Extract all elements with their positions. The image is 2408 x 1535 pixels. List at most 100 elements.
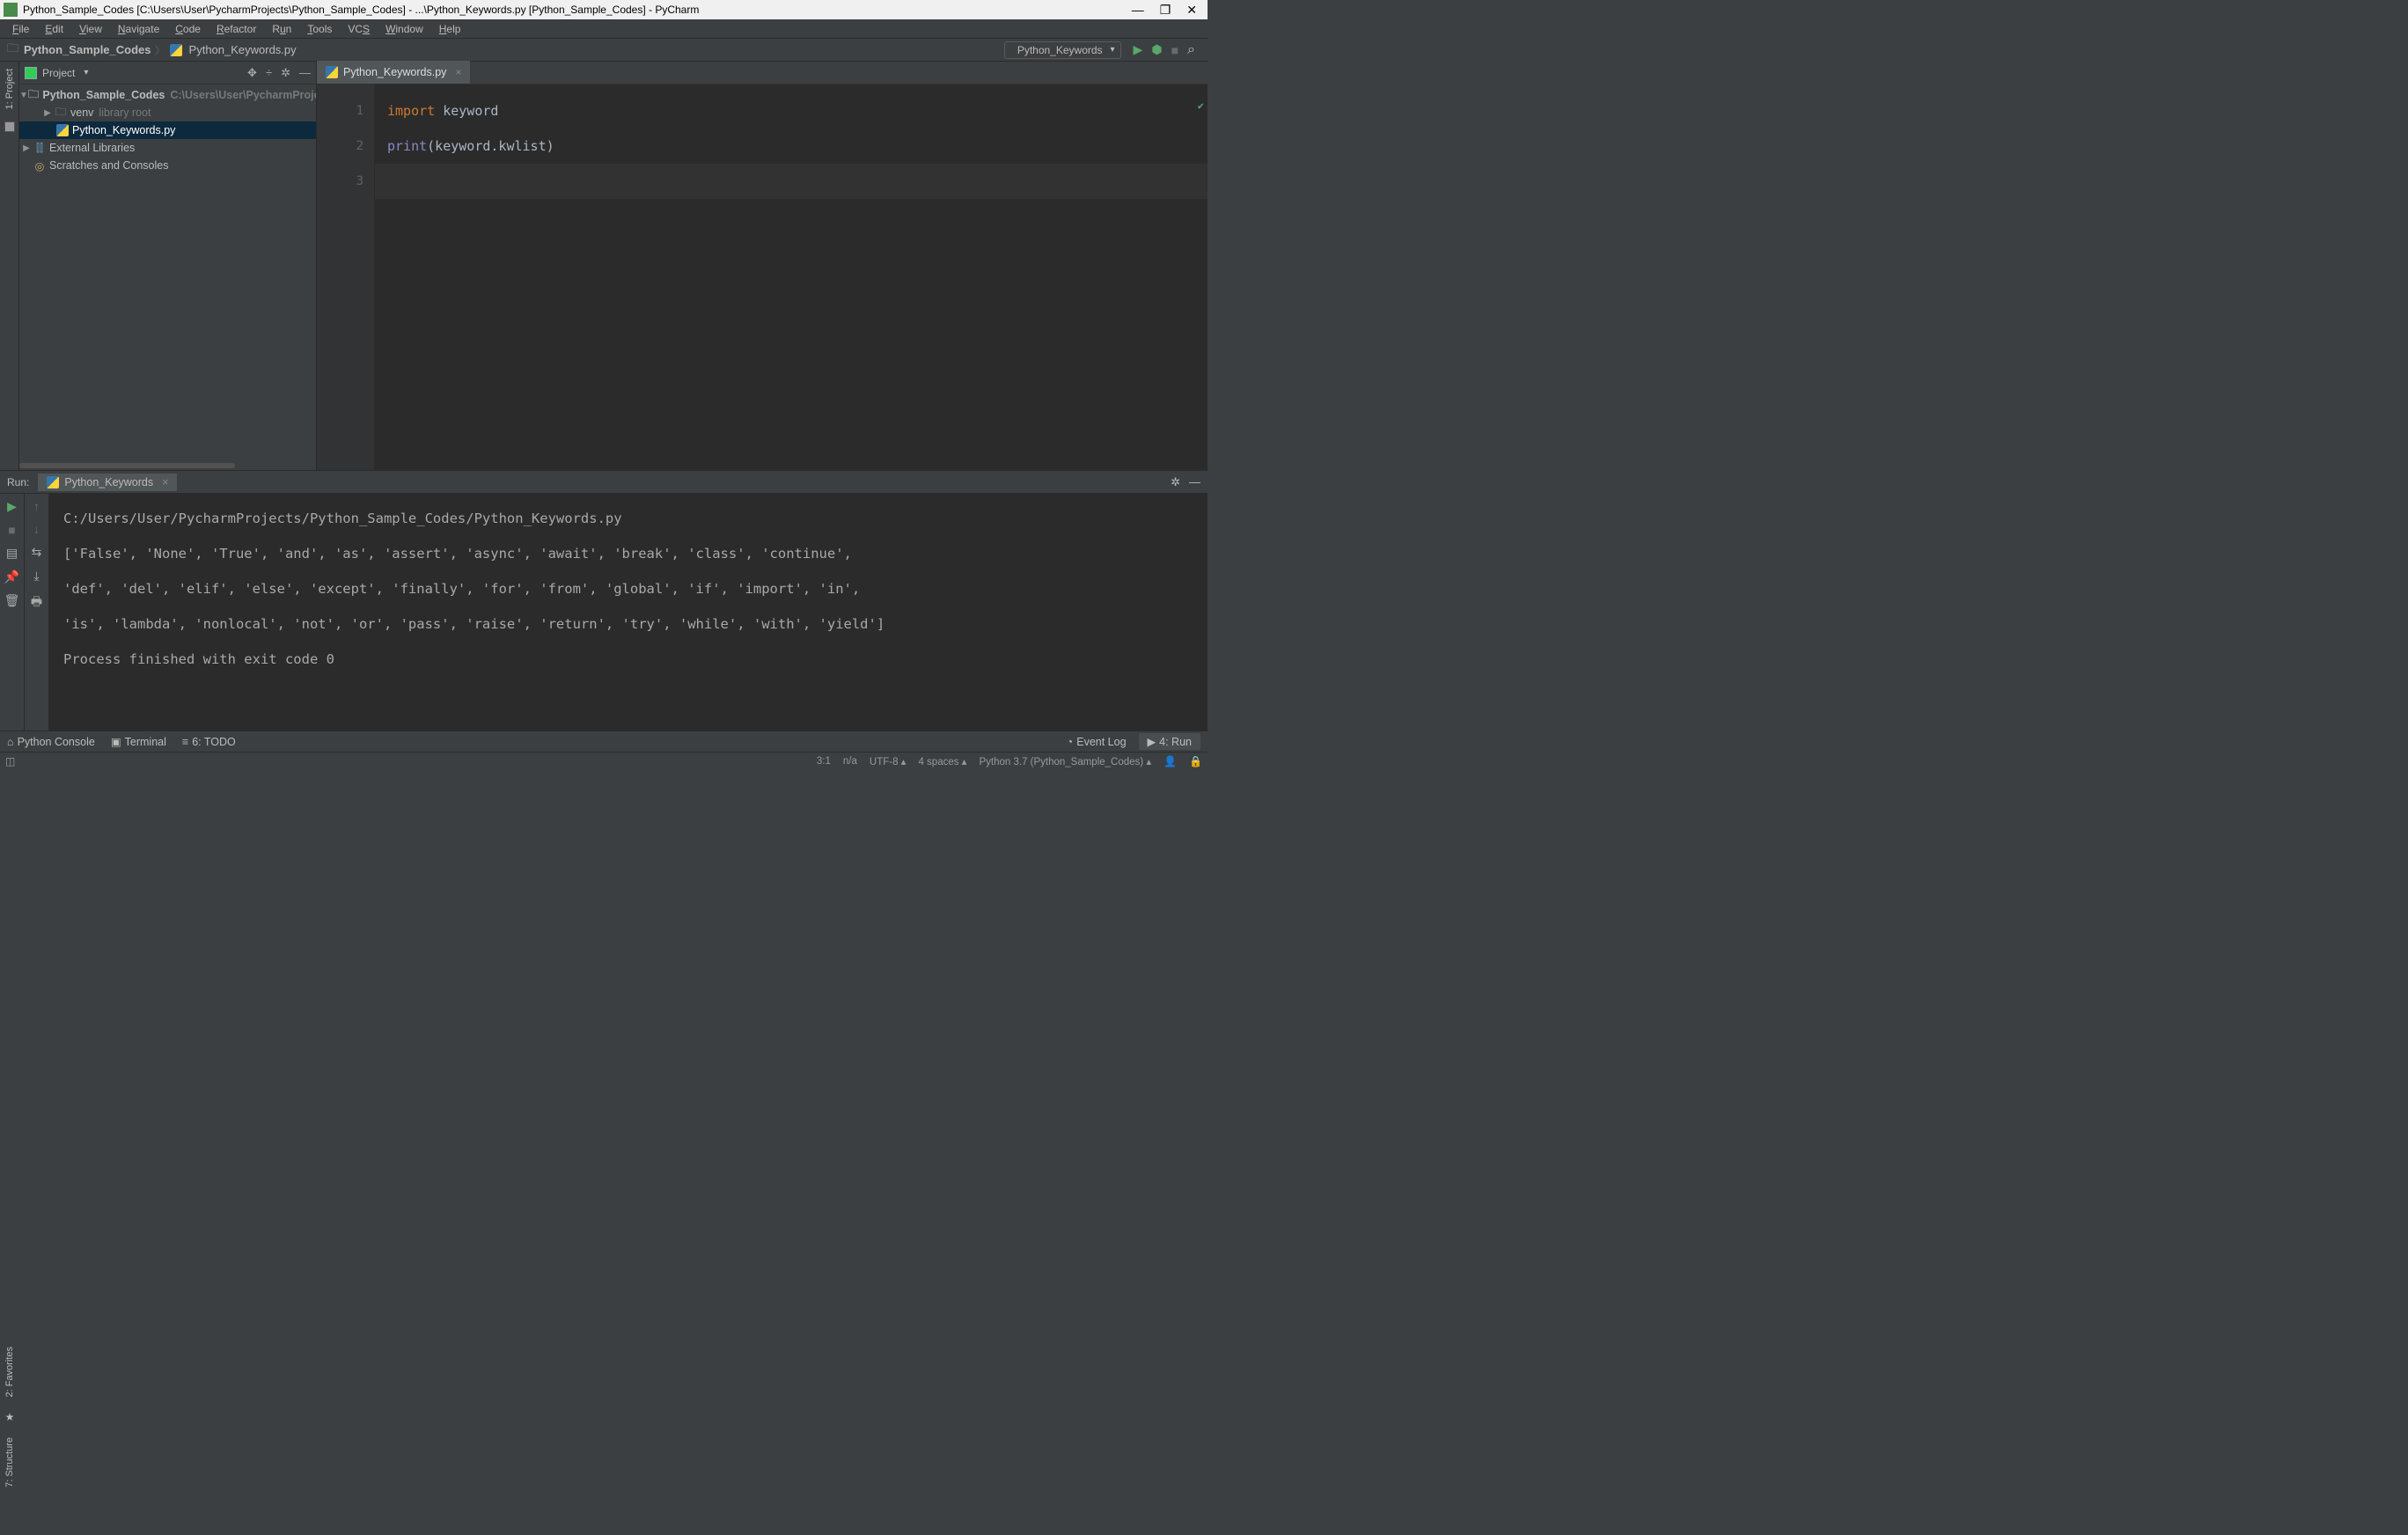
left-rail-bottom: 7: Structure ★ 2: Favorites (0, 1338, 19, 1496)
tree-file-python-keywords[interactable]: Python_Keywords.py (19, 121, 316, 139)
down-icon[interactable]: ↓ (33, 522, 40, 536)
breadcrumb: 🗀 Python_Sample_Codes 〉 Python_Keywords.… (7, 40, 1004, 60)
project-title[interactable]: Project (42, 67, 75, 79)
console-line: ['False', 'None', 'True', 'and', 'as', '… (63, 536, 1193, 571)
rail-project[interactable]: 1: Project (4, 65, 15, 113)
code-function: print (387, 138, 427, 154)
code-text: (keyword.kwlist) (427, 138, 554, 154)
layout-icon[interactable]: ▤ (6, 546, 18, 561)
windows-icon[interactable]: ◫ (5, 755, 15, 768)
scroll-icon[interactable]: ⤓ (33, 569, 39, 584)
run-config-name: Python_Keywords (1017, 44, 1103, 56)
tree-scratches-label: Scratches and Consoles (49, 159, 169, 172)
tree-file-label: Python_Keywords.py (72, 124, 175, 136)
console-line: Process finished with exit code 0 (63, 642, 1193, 677)
breadcrumb-file[interactable]: Python_Keywords.py (189, 43, 297, 56)
library-icon: ⫿⫿ (33, 142, 46, 154)
hide-icon[interactable]: — (299, 66, 311, 80)
run-tool-window: Run: Python_Keywords × ✲ — ▶ ■ ▤ 📌 🗑 ↑ ↓… (0, 470, 1208, 731)
delete-icon[interactable]: 🗑 (4, 593, 20, 608)
settings-icon[interactable]: ✲ (1171, 475, 1180, 489)
tree-external-libraries[interactable]: ▶ ⫿⫿ External Libraries (19, 139, 316, 157)
run-icon[interactable]: ▶ (1134, 42, 1143, 57)
tab-close-icon[interactable]: × (162, 476, 168, 488)
run-console[interactable]: C:/Users/User/PycharmProjects/Python_Sam… (49, 494, 1208, 731)
menu-run[interactable]: Run (265, 21, 298, 37)
editor[interactable]: 1 2 3 ✔ import keyword print(keyword.kwl… (317, 84, 1208, 470)
bottom-tool-bar: ⌂ Python Console ▣ Terminal ≡ 6: TODO ◔ … (0, 731, 1208, 752)
run-button[interactable]: ▶ 4: Run (1139, 733, 1200, 750)
python-console-button[interactable]: ⌂ Python Console (7, 735, 95, 748)
python-file-icon (47, 476, 59, 488)
tree-project-root[interactable]: ▼ 🗀 Python_Sample_Codes C:\Users\User\Py… (19, 86, 316, 104)
console-line: C:/Users/User/PycharmProjects/Python_Sam… (63, 501, 1193, 536)
menu-refactor[interactable]: Refactor (209, 21, 263, 37)
print-icon[interactable]: 🖶 (31, 592, 42, 613)
code-area[interactable]: ✔ import keyword print(keyword.kwlist) (375, 84, 1208, 470)
menu-tools[interactable]: Tools (300, 21, 339, 37)
tab-close-icon[interactable]: × (455, 66, 461, 78)
tree-project-name: Python_Sample_Codes (42, 89, 165, 101)
editor-area: Python_Keywords.py × 1 2 3 ✔ import keyw… (317, 62, 1208, 470)
menu-help[interactable]: Help (432, 21, 468, 37)
run-label: Run: (7, 476, 29, 488)
rail-icon (4, 121, 15, 132)
hide-icon[interactable]: — (1189, 475, 1200, 489)
folder-icon: 🗀 (28, 89, 40, 101)
lock-icon[interactable]: 🔒 (1189, 755, 1202, 768)
project-header: Project ▾ ✥ ÷ ✲ — (19, 62, 316, 84)
indent-info[interactable]: 4 spaces ▴ (918, 755, 966, 768)
tree-scratches[interactable]: ◎ Scratches and Consoles (19, 157, 316, 174)
tree-venv-label: venv (70, 106, 93, 119)
menu-code[interactable]: Code (168, 21, 208, 37)
run-configuration-dropdown[interactable]: Python_Keywords (1004, 41, 1121, 59)
menu-navigate[interactable]: Navigate (111, 21, 166, 37)
rail-structure[interactable]: 7: Structure (4, 1434, 15, 1491)
encoding[interactable]: UTF-8 ▴ (870, 755, 907, 768)
python-file-icon (326, 66, 338, 78)
python-interpreter[interactable]: Python 3.7 (Python_Sample_Codes) ▴ (979, 755, 1151, 768)
inspections-ok-icon[interactable]: ✔ (1198, 88, 1204, 123)
todo-button[interactable]: ≡ 6: TODO (182, 735, 236, 748)
menu-vcs[interactable]: VCS (341, 21, 377, 37)
search-icon[interactable]: ⌕ (1187, 42, 1195, 58)
code-keyword: import (387, 103, 435, 119)
menu-edit[interactable]: Edit (38, 21, 70, 37)
up-icon[interactable]: ↑ (33, 499, 40, 513)
stop-icon[interactable]: ■ (1171, 43, 1178, 57)
tree-venv[interactable]: ▶ 🗀 venv library root (19, 104, 316, 121)
rail-favorites[interactable]: 2: Favorites (4, 1343, 15, 1400)
settings-icon[interactable]: ✲ (281, 66, 290, 80)
menu-window[interactable]: Window (378, 21, 430, 37)
project-view-icon (25, 67, 37, 79)
terminal-button[interactable]: ▣ Terminal (111, 735, 166, 748)
dropdown-icon[interactable]: ▾ (84, 68, 88, 77)
close-button[interactable]: ✕ (1186, 3, 1197, 18)
minimize-button[interactable]: — (1132, 3, 1144, 18)
collapse-icon[interactable]: ÷ (266, 66, 272, 80)
breadcrumb-separator: 〉 (155, 41, 166, 58)
breadcrumb-project[interactable]: Python_Sample_Codes (24, 43, 151, 56)
project-tree[interactable]: ▼ 🗀 Python_Sample_Codes C:\Users\User\Py… (19, 84, 316, 463)
python-file-icon (170, 44, 182, 56)
python-file-icon (56, 124, 69, 136)
debug-icon[interactable]: ⬢ (1151, 42, 1162, 57)
softwrap-icon[interactable]: ⇆ (32, 545, 42, 560)
menu-file[interactable]: File (5, 21, 36, 37)
caret-position[interactable]: 3:1 (817, 756, 831, 767)
horizontal-scrollbar[interactable] (19, 463, 235, 468)
stop-icon[interactable]: ■ (8, 523, 15, 537)
event-log-button[interactable]: ◔ Event Log (1067, 736, 1127, 748)
line-separator[interactable]: n/a (843, 756, 857, 767)
project-tool-window: Project ▾ ✥ ÷ ✲ — ▼ 🗀 Python_Sample_Code… (19, 62, 317, 470)
inspection-icon[interactable]: 👤 (1164, 755, 1177, 768)
rerun-icon[interactable]: ▶ (7, 499, 17, 514)
maximize-button[interactable]: ❐ (1160, 3, 1171, 18)
pin-icon[interactable]: 📌 (4, 569, 19, 584)
window-title: Python_Sample_Codes [C:\Users\User\Pycha… (23, 4, 1132, 16)
run-tab[interactable]: Python_Keywords × (38, 474, 177, 491)
menu-view[interactable]: View (72, 21, 109, 37)
window-titlebar: Python_Sample_Codes [C:\Users\User\Pycha… (0, 0, 1208, 19)
editor-tab-python-keywords[interactable]: Python_Keywords.py × (317, 61, 470, 84)
locate-icon[interactable]: ✥ (247, 66, 257, 80)
